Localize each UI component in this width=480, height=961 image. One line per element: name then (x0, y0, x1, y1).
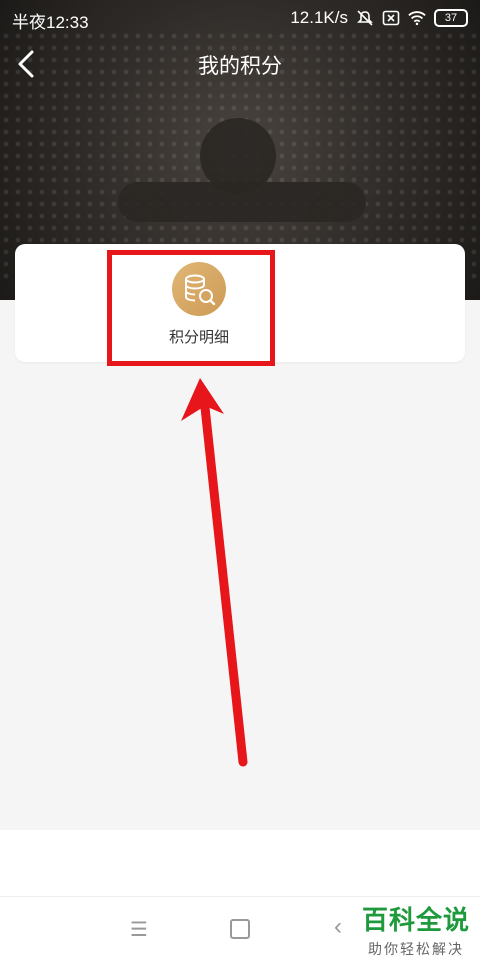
system-back-button[interactable]: ‹ (334, 913, 342, 941)
watermark-brand: 百科全说 (361, 905, 470, 935)
menu-button[interactable]: ☰ (130, 917, 148, 942)
arrow-annotation (181, 378, 248, 767)
watermark-logo: 百科全说 助你轻松解决 (356, 900, 476, 959)
watermark-slogan: 助你轻松解决 (368, 941, 464, 957)
home-button[interactable] (230, 919, 250, 939)
